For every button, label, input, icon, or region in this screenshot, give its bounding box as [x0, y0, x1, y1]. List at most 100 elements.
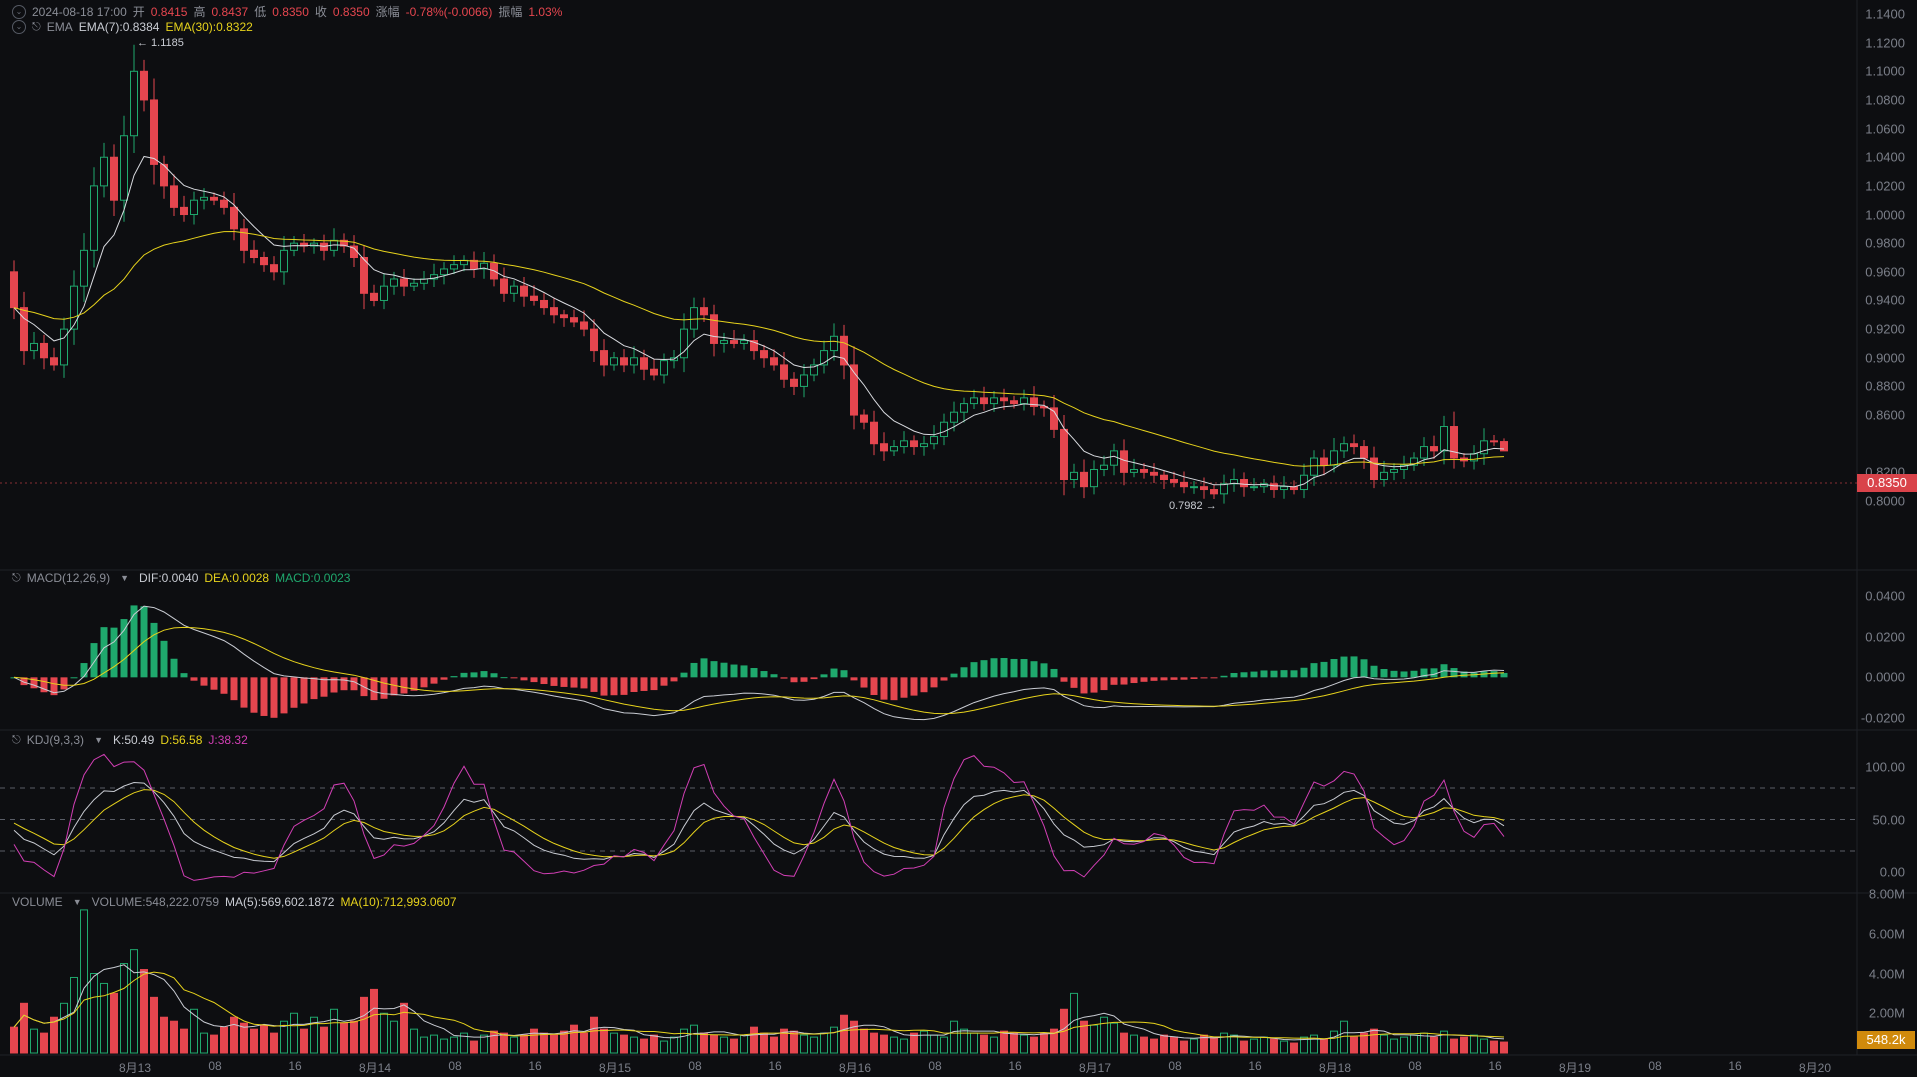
volume-bar [1290, 1042, 1298, 1054]
volume-bar [1070, 992, 1078, 1054]
candle-down [230, 206, 238, 230]
time-axis-label: 08 [1168, 1059, 1182, 1073]
macd-bar [730, 664, 738, 678]
macd-axis-label: 0.0000 [1865, 669, 1905, 685]
candle-down [260, 257, 268, 266]
macd-bar [1240, 672, 1248, 678]
volume-bar [710, 1034, 718, 1054]
candle-up [1440, 426, 1448, 452]
macd-value: MACD:0.0023 [275, 571, 351, 585]
macd-bar [680, 672, 688, 678]
macd-bar [570, 677, 578, 688]
macd-bar [220, 677, 228, 694]
candle-down [20, 307, 28, 352]
candle-up [280, 249, 288, 273]
macd-bar [340, 677, 348, 691]
candle-down [40, 342, 48, 359]
candle-down [1140, 468, 1148, 473]
trading-chart[interactable] [0, 0, 1917, 1077]
macd-bar [150, 622, 158, 678]
candle-down [1210, 489, 1218, 495]
macd-bar [230, 677, 238, 701]
kdj-name[interactable]: KDJ(9,3,3) [27, 733, 84, 747]
macd-bar [710, 661, 718, 678]
macd-bar [110, 627, 118, 678]
candle-up [410, 282, 418, 287]
time-axis-label: 16 [1248, 1059, 1262, 1073]
macd-bar [1070, 677, 1078, 688]
bell-icon[interactable]: ⎋ [12, 572, 21, 585]
candle-down [600, 350, 608, 366]
volume-bar [830, 1026, 838, 1054]
macd-bar [760, 671, 768, 678]
candle-down [770, 357, 778, 366]
volume-bar [1260, 1036, 1268, 1054]
volume-bar [930, 1034, 938, 1054]
macd-bar [1330, 659, 1338, 678]
time-axis-label: 16 [528, 1059, 542, 1073]
volume-bar [900, 1038, 908, 1054]
dropdown-caret-icon[interactable]: ▼ [94, 735, 103, 745]
volume-bar [130, 949, 138, 1054]
open-value: 0.8415 [150, 4, 188, 19]
amplitude-label: 振幅 [498, 5, 523, 19]
k-value: K:50.49 [112, 733, 155, 747]
candle-up [890, 446, 898, 452]
volume-bar [170, 1020, 178, 1054]
candle-up [960, 403, 968, 413]
volume-bar [1490, 1040, 1498, 1054]
volume-bar [1460, 1036, 1468, 1054]
time-axis-label: 08 [928, 1059, 942, 1073]
time-axis-label: 8月17 [1078, 1061, 1112, 1075]
d-value: D:56.58 [160, 733, 203, 747]
volume-bar [910, 1032, 918, 1054]
kdj-axis-label: 0.00 [1879, 864, 1905, 880]
macd-bar [950, 673, 958, 678]
candle-down [1270, 483, 1278, 491]
time-axis-label: 8月16 [838, 1061, 872, 1075]
bell-icon[interactable]: ⎋ [32, 21, 41, 34]
candle-down [710, 314, 718, 344]
candle-up [1420, 446, 1428, 459]
volume-bar [390, 1020, 398, 1054]
kdj-legend: ⎋ KDJ(9,3,3) ▼ K:50.49 D:56.58 J:38.32 [12, 733, 248, 747]
volume-name[interactable]: VOLUME [12, 895, 63, 909]
macd-bar [390, 677, 398, 696]
macd-name[interactable]: MACD(12,26,9) [27, 571, 110, 585]
time-axis-label: 8月14 [358, 1061, 392, 1075]
macd-bar [1270, 670, 1278, 678]
macd-bar [1160, 677, 1168, 681]
dropdown-caret-icon[interactable]: ▼ [73, 897, 82, 907]
candle-down [270, 264, 278, 273]
bell-icon[interactable]: ⎋ [12, 734, 21, 747]
candle-down [530, 295, 538, 301]
macd-bar [1080, 677, 1088, 694]
volume-bar [810, 1036, 818, 1054]
collapse-icon[interactable]: ⌄ [12, 4, 26, 19]
macd-bar [690, 662, 698, 678]
dropdown-caret-icon[interactable]: ▼ [120, 573, 129, 583]
macd-bar [1090, 677, 1098, 693]
volume-bar [1110, 1022, 1118, 1054]
candle-up [1250, 486, 1258, 489]
candle-up [80, 249, 88, 287]
volume-bar [1500, 1041, 1508, 1054]
macd-bar [720, 662, 728, 678]
macd-bar [890, 677, 898, 701]
candle-up [1380, 471, 1388, 481]
volume-bar [1430, 1036, 1438, 1054]
macd-bar [100, 627, 108, 678]
candle-up [1100, 464, 1108, 470]
macd-bar [1230, 673, 1238, 678]
ema-name[interactable]: EMA [47, 20, 73, 34]
volume-bar [1270, 1038, 1278, 1054]
volume-bar [1150, 1038, 1158, 1054]
time-axis-label: 8月19 [1558, 1061, 1592, 1075]
volume-bar [870, 1032, 878, 1054]
collapse-icon[interactable]: ⌄ [12, 20, 26, 34]
price-axis-label: 0.9400 [1865, 292, 1905, 308]
macd-bar [940, 677, 948, 681]
macd-bar [430, 677, 438, 684]
candle-up [940, 421, 948, 438]
volume-bar [690, 1024, 698, 1054]
